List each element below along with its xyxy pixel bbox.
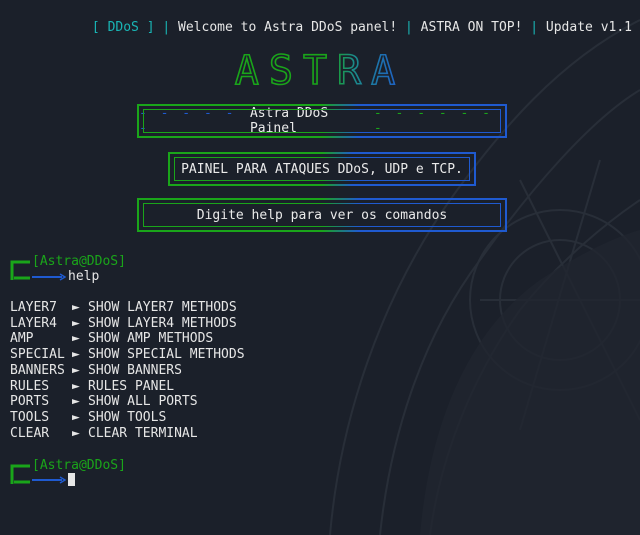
menu-row-clear: CLEAR ► CLEAR TERMINAL (10, 426, 245, 442)
dash-decoration-right: - - - - - - - (373, 106, 493, 136)
menu-row-rules: RULES ► RULES PANEL (10, 379, 245, 395)
prompt-user: [Astra@DDoS] (32, 254, 126, 269)
arrow-right-icon: ► (72, 378, 80, 394)
prompt-arrow-icon (32, 272, 66, 281)
prompt-arrow-icon (32, 475, 66, 484)
menu-row-layer4: LAYER4 ► SHOW LAYER4 METHODS (10, 316, 245, 332)
menu-desc: SHOW BANNERS (88, 362, 182, 378)
menu-key: TOOLS (10, 409, 50, 425)
prompt-bracket-icon (10, 260, 30, 280)
version-text: Update v1.1 (545, 20, 632, 35)
menu-key: SPECIAL (10, 347, 65, 363)
menu-key: AMP (10, 331, 34, 347)
menu-desc: SHOW AMP METHODS (88, 331, 214, 347)
prompt-line-active: [Astra@DDoS] (10, 458, 126, 486)
menu-desc: SHOW ALL PORTS (88, 394, 198, 410)
menu-desc: SHOW LAYER7 METHODS (88, 300, 237, 315)
bracket-close: ] (138, 20, 155, 35)
panel-subtitle: PAINEL PARA ATAQUES DDoS, UDP e TCP. (181, 161, 463, 177)
separator: | (154, 20, 179, 35)
logo-text: ASTRA (235, 50, 405, 90)
arrow-right-icon: ► (72, 347, 80, 363)
prompt-bracket-icon (10, 464, 30, 484)
arrow-right-icon: ► (72, 362, 80, 378)
menu-row-special: SPECIAL ► SHOW SPECIAL METHODS (10, 347, 245, 363)
logo-art: ASTRA (234, 50, 405, 90)
prompt-command: help (68, 269, 100, 284)
arrow-right-icon: ► (72, 409, 80, 425)
separator: | (522, 20, 546, 35)
menu-key: RULES (10, 378, 50, 394)
menu-desc: RULES PANEL (88, 378, 175, 394)
prompt-user: [Astra@DDoS] (32, 458, 126, 473)
dash-decoration-left: - - - - - - (139, 106, 237, 136)
menu-desc: SHOW SPECIAL METHODS (88, 347, 245, 363)
menu-key: LAYER4 (10, 315, 57, 331)
menu-desc: CLEAR TERMINAL (88, 425, 198, 441)
arrow-right-icon: ► (72, 425, 80, 441)
panel-title-box: - - - - - - Astra DDoS Painel - - - - - -… (137, 104, 507, 138)
menu-row-banners: BANNERS ► SHOW BANNERS (10, 363, 245, 379)
welcome-text: Welcome to Astra DDoS panel! (178, 20, 398, 35)
separator: | (397, 20, 421, 35)
arrow-right-icon: ► (72, 315, 80, 331)
prompt-line: [Astra@DDoS] help (10, 254, 126, 284)
menu-row-ports: PORTS ► SHOW ALL PORTS (10, 394, 245, 410)
arrow-right-icon: ► (72, 394, 80, 410)
astra-logo: ASTRA (0, 50, 640, 90)
motto-text: ASTRA ON TOP! (420, 20, 523, 35)
menu-key: BANNERS (10, 362, 65, 378)
terminal-input-cursor[interactable] (68, 473, 75, 486)
menu-row-layer7: LAYER7 ► SHOW LAYER7 METHODS (10, 300, 245, 316)
panel-subtitle-box: PAINEL PARA ATAQUES DDoS, UDP e TCP. (168, 152, 476, 186)
menu-desc: SHOW TOOLS (88, 409, 167, 425)
menu-row-tools: TOOLS ► SHOW TOOLS (10, 410, 245, 426)
bracket-open: [ (91, 20, 108, 35)
title-bar: [ DDoS ] | Welcome to Astra DDoS panel! … (0, 4, 632, 36)
menu-key: CLEAR (10, 425, 50, 441)
menu-key: PORTS (10, 394, 50, 410)
menu-key: LAYER7 (10, 300, 57, 315)
menu-row-amp: AMP ► SHOW AMP METHODS (10, 331, 245, 347)
tag-label: DDoS (107, 20, 139, 35)
help-hint-box: Digite help para ver os comandos (137, 198, 507, 232)
help-menu: LAYER7 ► SHOW LAYER7 METHODS LAYER4 ► SHOW L… (10, 300, 245, 441)
menu-desc: SHOW LAYER4 METHODS (88, 315, 237, 331)
arrow-right-icon: ► (72, 331, 80, 347)
help-hint: Digite help para ver os comandos (196, 207, 448, 223)
arrow-right-icon: ► (72, 300, 80, 315)
panel-title: Astra DDoS Painel (249, 106, 329, 136)
